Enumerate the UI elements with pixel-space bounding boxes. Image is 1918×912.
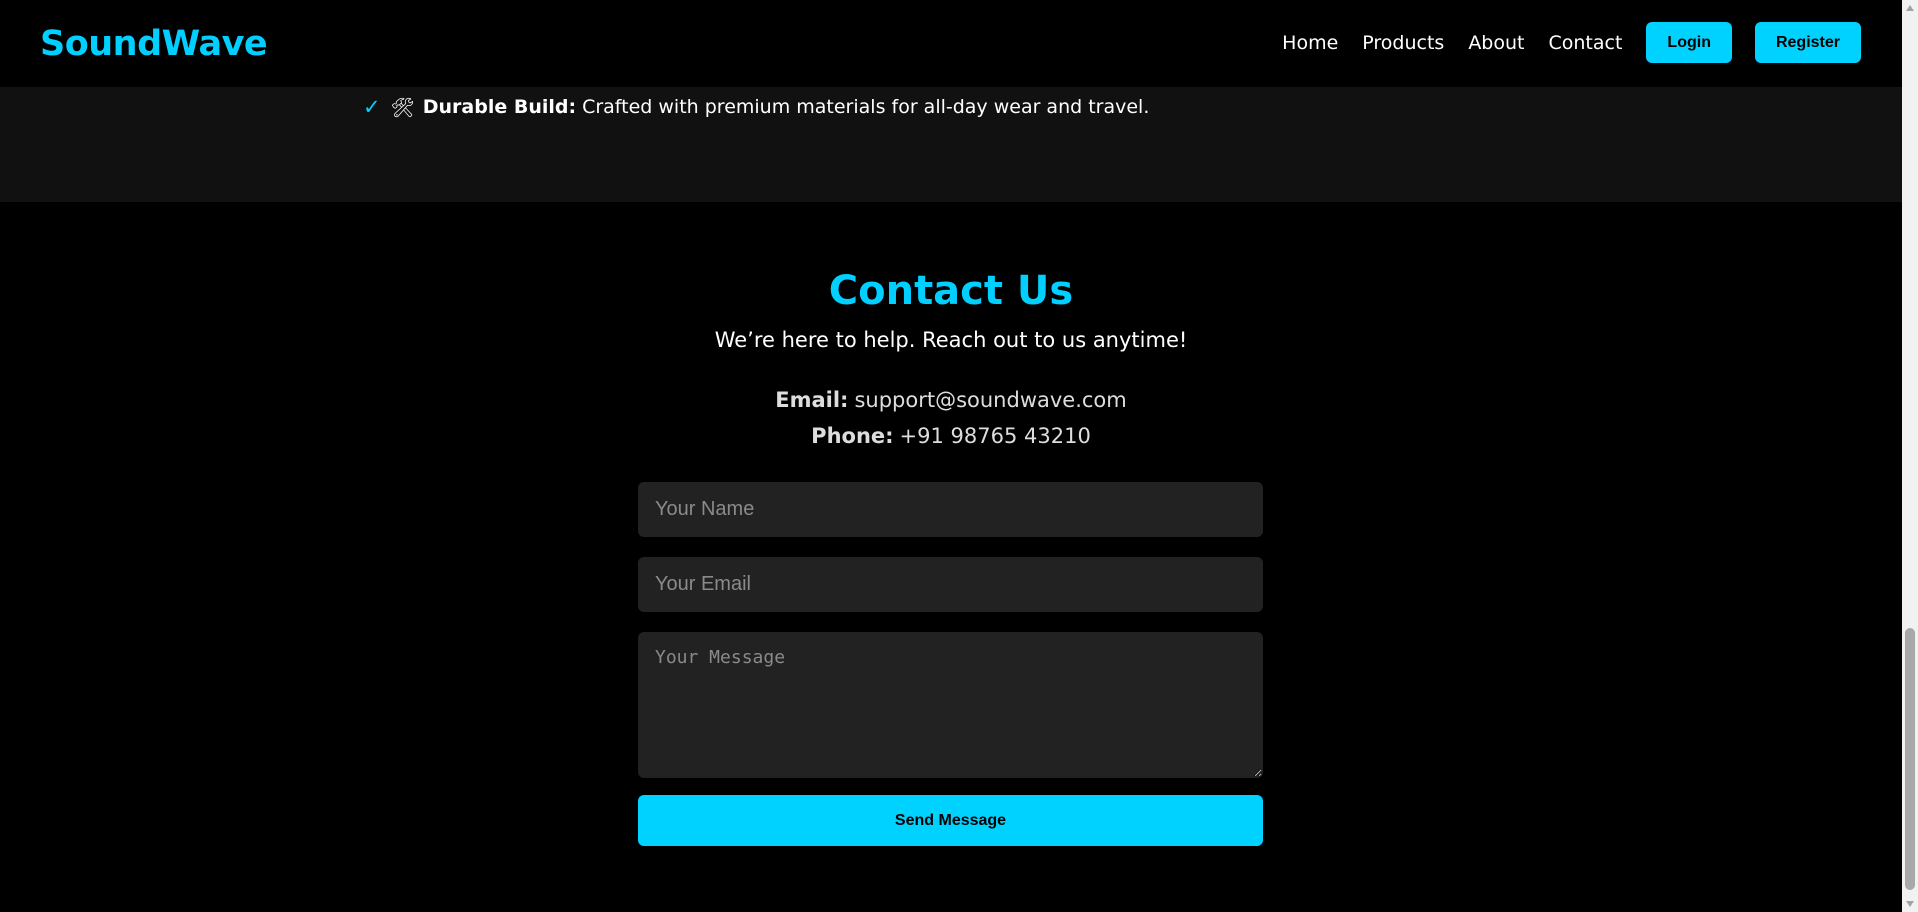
page: SoundWave Home Products About Contact Lo… <box>0 0 1918 912</box>
email-label: Email: <box>775 388 849 412</box>
message-textarea[interactable] <box>638 632 1263 778</box>
feature-text: Crafted with premium materials for all-d… <box>582 96 1150 118</box>
main-nav: Home Products About Contact Login Regist… <box>1282 22 1861 63</box>
feature-title: Durable Build: <box>422 96 577 118</box>
nav-home-link[interactable]: Home <box>1282 32 1338 54</box>
vertical-scrollbar[interactable] <box>1902 0 1918 912</box>
phone-value: +91 98765 43210 <box>899 424 1091 448</box>
contact-section: Contact Us We’re here to help. Reach out… <box>0 202 1902 912</box>
site-header: SoundWave Home Products About Contact Lo… <box>0 0 1902 87</box>
contact-title: Contact Us <box>828 268 1074 314</box>
contact-phone: Phone: +91 98765 43210 <box>0 424 1902 448</box>
scroll-thumb[interactable] <box>1905 628 1915 890</box>
login-button[interactable]: Login <box>1646 22 1732 63</box>
feature-item-durable-build: ✓ 🛠 Durable Build: Crafted with premium … <box>363 95 1149 119</box>
scroll-down-arrow-icon[interactable] <box>1906 901 1914 907</box>
phone-label: Phone: <box>811 424 894 448</box>
check-icon: ✓ <box>363 95 381 119</box>
nav-about-link[interactable]: About <box>1468 32 1524 54</box>
register-button[interactable]: Register <box>1754 22 1861 63</box>
features-section: ✓ 🛠 Durable Build: Crafted with premium … <box>0 87 1902 202</box>
nav-contact-link[interactable]: Contact <box>1549 32 1623 54</box>
brand-logo[interactable]: SoundWave <box>40 24 268 64</box>
email-input[interactable] <box>638 557 1263 612</box>
email-value: support@soundwave.com <box>854 388 1127 412</box>
contact-subtitle: We’re here to help. Reach out to us anyt… <box>714 328 1188 352</box>
nav-products-link[interactable]: Products <box>1362 32 1444 54</box>
contact-email: Email: support@soundwave.com <box>0 388 1902 412</box>
name-input[interactable] <box>638 482 1263 537</box>
scroll-up-arrow-icon[interactable] <box>1906 5 1914 11</box>
contact-form: Send Message <box>638 482 1263 846</box>
tools-icon: 🛠 <box>390 96 415 119</box>
send-message-button[interactable]: Send Message <box>638 795 1263 846</box>
